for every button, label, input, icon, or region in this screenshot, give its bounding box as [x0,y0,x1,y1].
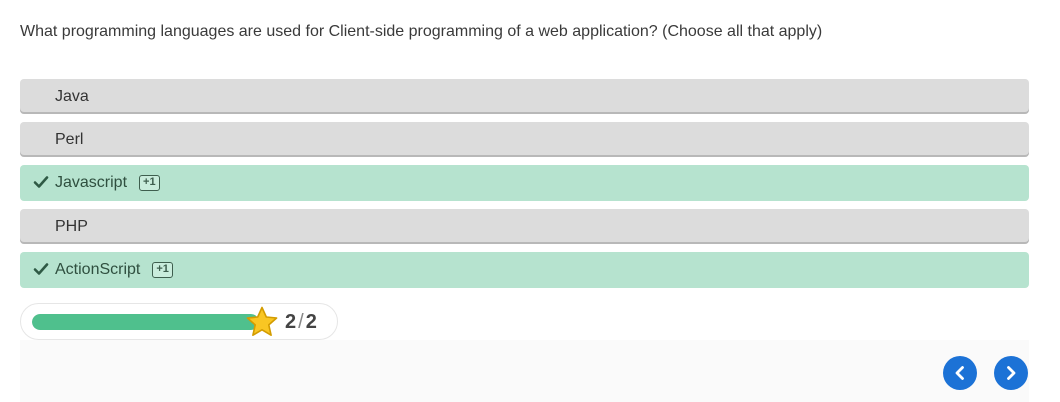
option-label: Javascript +1 [55,174,160,192]
option-label: ActionScript +1 [55,261,173,279]
option-label: PHP [55,218,88,235]
next-button[interactable] [994,356,1028,390]
footer-area [20,340,1029,402]
score-progress: 2/2 [20,303,338,340]
chevron-right-icon [1007,366,1016,380]
question-text: What programming languages are used for … [20,23,823,40]
progress-bar [32,314,259,330]
score-value: 2 [285,311,297,333]
checkmark-icon [33,176,49,188]
score-total: 2 [305,311,317,333]
points-badge: +1 [152,262,173,278]
score-separator: / [298,311,304,333]
checkmark-icon [33,263,49,275]
chevron-left-icon [955,366,964,380]
star-icon [246,306,278,336]
option-label: Perl [55,131,84,148]
option-java[interactable]: Java [20,79,1029,114]
progress-fill [32,314,259,330]
option-php[interactable]: PHP [20,209,1029,244]
option-perl[interactable]: Perl [20,122,1029,157]
points-badge: +1 [139,175,160,191]
option-actionscript[interactable]: ActionScript +1 [20,252,1029,288]
previous-button[interactable] [943,356,977,390]
answer-options: Java Perl Javascript +1 PHP ActionScript +… [20,79,1029,296]
option-javascript[interactable]: Javascript +1 [20,165,1029,201]
score-text: 2/2 [285,311,317,334]
option-label: Java [55,88,89,105]
